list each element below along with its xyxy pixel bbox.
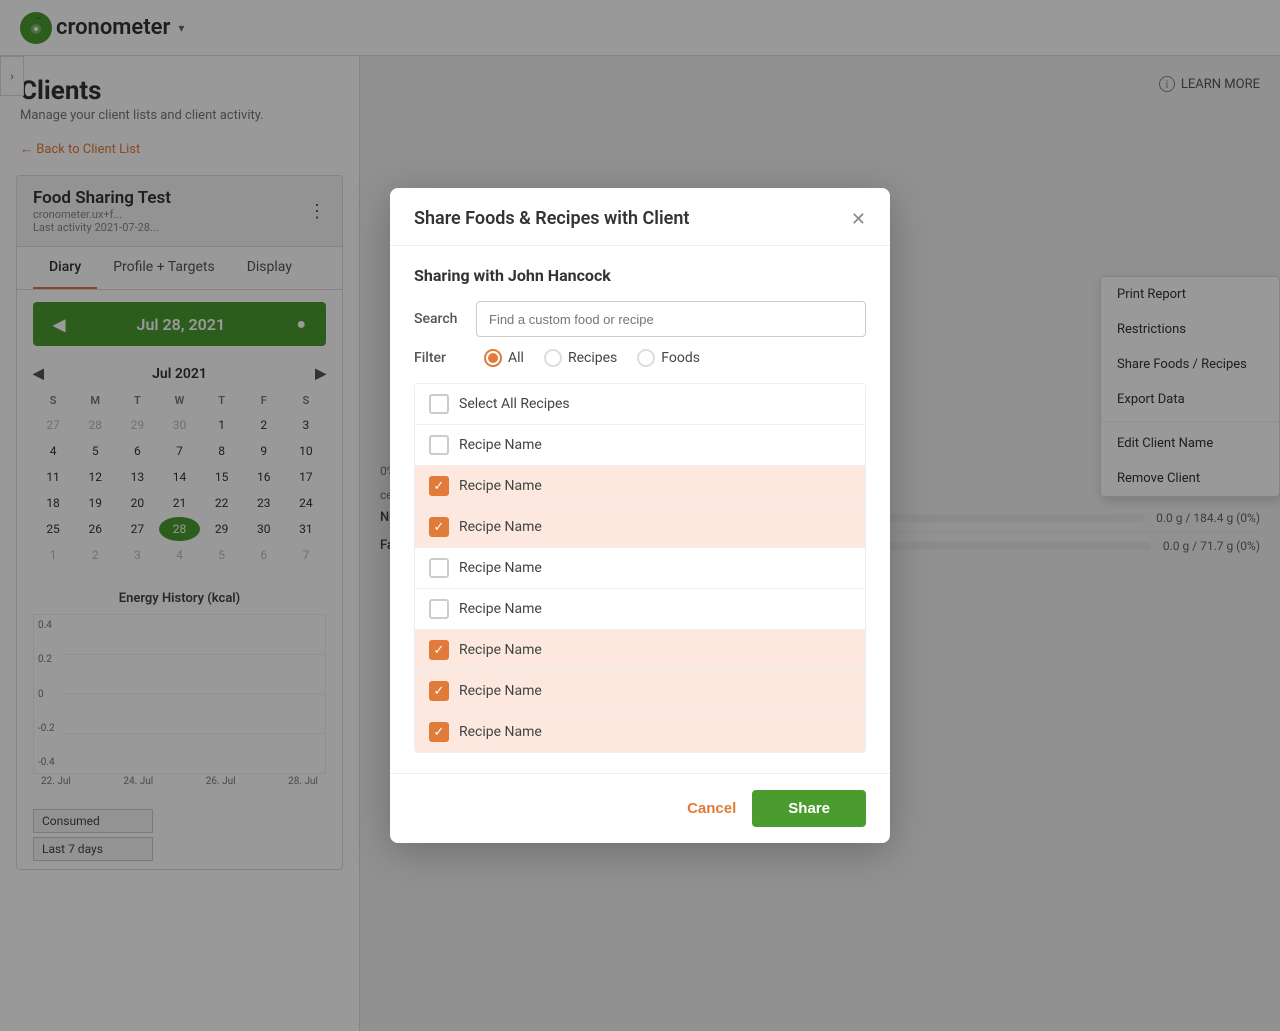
recipe-item-5[interactable]: ✓ Recipe Name xyxy=(415,630,865,671)
recipe-item-4[interactable]: Recipe Name xyxy=(415,589,865,630)
background-page: cronometer ▾ › Clients Manage your clien… xyxy=(0,0,1280,1031)
recipe-item-3[interactable]: Recipe Name xyxy=(415,548,865,589)
recipe-name-6: Recipe Name xyxy=(459,683,542,699)
modal-sharing-subtitle: Sharing with John Hancock xyxy=(414,266,866,285)
modal-title: Share Foods & Recipes with Client xyxy=(414,208,689,229)
filter-radio-all-inner xyxy=(488,353,498,363)
select-all-checkbox[interactable] xyxy=(429,394,449,414)
modal-overlay: Share Foods & Recipes with Client ✕ Shar… xyxy=(0,0,1280,1031)
filter-option-foods[interactable]: Foods xyxy=(637,349,700,367)
checkbox-check-icon: ✓ xyxy=(434,521,445,534)
filter-label: Filter xyxy=(414,350,464,366)
filter-all-label: All xyxy=(508,350,524,366)
recipe-name-7: Recipe Name xyxy=(459,724,542,740)
recipe-item-1[interactable]: ✓ Recipe Name xyxy=(415,466,865,507)
modal-body: Sharing with John Hancock Search Filter xyxy=(390,246,890,773)
filter-radio-foods[interactable] xyxy=(637,349,655,367)
checkbox-check-icon: ✓ xyxy=(434,726,445,739)
recipe-item-2[interactable]: ✓ Recipe Name xyxy=(415,507,865,548)
modal-close-button[interactable]: ✕ xyxy=(851,210,866,228)
cancel-button[interactable]: Cancel xyxy=(687,800,736,817)
recipe-item-0[interactable]: Recipe Name xyxy=(415,425,865,466)
recipe-checkbox-3[interactable] xyxy=(429,558,449,578)
recipe-checkbox-6[interactable]: ✓ xyxy=(429,681,449,701)
checkbox-check-icon: ✓ xyxy=(434,480,445,493)
filter-options: All Recipes Foods xyxy=(484,349,700,367)
search-row: Search xyxy=(414,301,866,337)
recipe-item-7[interactable]: ✓ Recipe Name xyxy=(415,712,865,752)
recipe-checkbox-2[interactable]: ✓ xyxy=(429,517,449,537)
modal-footer: Cancel Share xyxy=(390,773,890,843)
recipe-name-5: Recipe Name xyxy=(459,642,542,658)
filter-foods-label: Foods xyxy=(661,350,700,366)
filter-radio-recipes[interactable] xyxy=(544,349,562,367)
recipe-name-0: Recipe Name xyxy=(459,437,542,453)
recipe-name-2: Recipe Name xyxy=(459,519,542,535)
filter-recipes-label: Recipes xyxy=(568,350,617,366)
recipe-checkbox-4[interactable] xyxy=(429,599,449,619)
search-input[interactable] xyxy=(476,301,866,337)
select-all-label: Select All Recipes xyxy=(459,396,570,412)
recipe-item-6[interactable]: ✓ Recipe Name xyxy=(415,671,865,712)
filter-row: Filter All Recipes xyxy=(414,349,866,367)
filter-radio-all[interactable] xyxy=(484,349,502,367)
share-foods-modal: Share Foods & Recipes with Client ✕ Shar… xyxy=(390,188,890,843)
recipe-checkbox-5[interactable]: ✓ xyxy=(429,640,449,660)
modal-header: Share Foods & Recipes with Client ✕ xyxy=(390,188,890,246)
recipe-checkbox-0[interactable] xyxy=(429,435,449,455)
select-all-row[interactable]: Select All Recipes xyxy=(415,384,865,425)
filter-option-recipes[interactable]: Recipes xyxy=(544,349,617,367)
checkbox-check-icon: ✓ xyxy=(434,685,445,698)
recipe-checkbox-1[interactable]: ✓ xyxy=(429,476,449,496)
recipes-list: Select All Recipes Recipe Name ✓ Recipe … xyxy=(414,383,866,753)
checkbox-check-icon: ✓ xyxy=(434,644,445,657)
recipe-checkbox-7[interactable]: ✓ xyxy=(429,722,449,742)
search-label: Search xyxy=(414,311,464,327)
share-button[interactable]: Share xyxy=(752,790,866,827)
filter-option-all[interactable]: All xyxy=(484,349,524,367)
recipe-name-3: Recipe Name xyxy=(459,560,542,576)
recipe-name-4: Recipe Name xyxy=(459,601,542,617)
recipe-name-1: Recipe Name xyxy=(459,478,542,494)
